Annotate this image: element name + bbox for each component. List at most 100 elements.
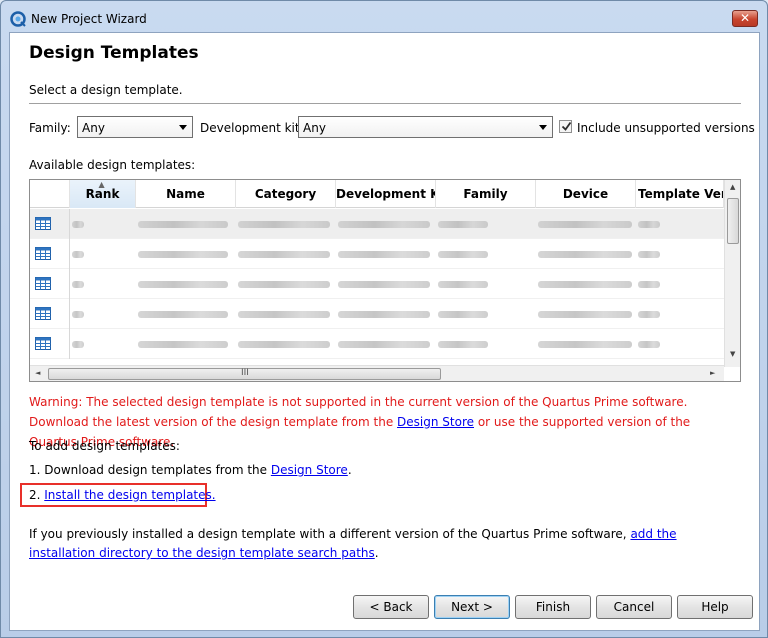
- quartus-app-icon: [10, 11, 26, 27]
- new-project-wizard-window: New Project Wizard ✕ Design Templates Se…: [0, 0, 768, 638]
- include-unsupported-checkbox[interactable]: [559, 120, 572, 133]
- step-download: 1. Download design templates from the De…: [29, 463, 352, 477]
- row-header-corner: [30, 180, 70, 208]
- obscured-cell: [338, 311, 430, 318]
- obscured-cell: [138, 311, 228, 318]
- obscured-cell: [538, 311, 632, 318]
- table-icon: [35, 307, 51, 320]
- family-label: Family:: [29, 121, 71, 135]
- table-row[interactable]: [30, 269, 724, 299]
- table-row[interactable]: [30, 239, 724, 269]
- obscured-cell: [538, 341, 632, 348]
- table-row[interactable]: [30, 209, 724, 239]
- obscured-cell: [438, 251, 488, 258]
- obscured-cell: [138, 221, 228, 228]
- help-button[interactable]: Help: [677, 595, 753, 619]
- design-store-link-step[interactable]: Design Store: [271, 463, 348, 477]
- step-install: 2. Install the design templates.: [29, 488, 216, 502]
- obscured-cell: [638, 281, 660, 288]
- obscured-cell: [138, 251, 228, 258]
- scroll-right-icon[interactable]: ►: [710, 369, 715, 377]
- chevron-down-icon: [179, 125, 187, 130]
- next-button[interactable]: Next >: [434, 595, 510, 619]
- obscured-cell: [638, 311, 660, 318]
- cancel-button[interactable]: Cancel: [596, 595, 672, 619]
- row-header[interactable]: [30, 299, 70, 329]
- obscured-cell: [638, 221, 660, 228]
- vertical-scrollbar[interactable]: ▲ ▼: [724, 180, 740, 367]
- obscured-cell: [438, 341, 488, 348]
- obscured-cell: [238, 221, 330, 228]
- obscured-cell: [72, 221, 84, 228]
- obscured-cell: [138, 341, 228, 348]
- obscured-cell: [72, 281, 84, 288]
- obscured-cell: [338, 281, 430, 288]
- obscured-cell: [238, 281, 330, 288]
- column-header-rank[interactable]: ▲ Rank: [70, 180, 136, 208]
- obscured-cell: [72, 251, 84, 258]
- scroll-down-icon[interactable]: ▼: [730, 350, 735, 358]
- table-row[interactable]: [30, 329, 724, 359]
- obscured-cell: [238, 311, 330, 318]
- column-header-template-version[interactable]: Template Versi: [636, 180, 724, 208]
- chevron-down-icon: [539, 125, 547, 130]
- obscured-cell: [238, 341, 330, 348]
- table-icon: [35, 337, 51, 350]
- horizontal-scroll-thumb[interactable]: III: [48, 368, 441, 380]
- design-store-link[interactable]: Design Store: [397, 415, 474, 429]
- family-dropdown[interactable]: Any: [77, 116, 193, 138]
- obscured-cell: [338, 341, 430, 348]
- column-header-development-kit[interactable]: Development Kit: [336, 180, 436, 208]
- obscured-cell: [72, 311, 84, 318]
- checkmark-icon: [561, 121, 572, 131]
- templates-table[interactable]: ▲ Rank Name Category Development Kit Fam…: [29, 179, 741, 382]
- obscured-cell: [538, 281, 632, 288]
- finish-button[interactable]: Finish: [515, 595, 591, 619]
- header-divider: [29, 103, 741, 104]
- column-header-device[interactable]: Device: [536, 180, 636, 208]
- row-header[interactable]: [30, 239, 70, 269]
- obscured-cell: [638, 341, 660, 348]
- back-button[interactable]: < Back: [353, 595, 429, 619]
- row-header[interactable]: [30, 329, 70, 359]
- scroll-left-icon[interactable]: ◄: [35, 369, 40, 377]
- sort-ascending-icon: ▲: [98, 180, 105, 189]
- devkit-dropdown[interactable]: Any: [298, 116, 553, 138]
- wizard-content: Design Templates Select a design templat…: [9, 32, 760, 631]
- devkit-label: Development kit:: [200, 121, 304, 135]
- row-header[interactable]: [30, 209, 70, 239]
- templates-table-label: Available design templates:: [29, 158, 196, 172]
- column-header-family[interactable]: Family: [436, 180, 536, 208]
- table-icon: [35, 277, 51, 290]
- table-header: ▲ Rank Name Category Development Kit Fam…: [30, 180, 724, 208]
- title-bar[interactable]: New Project Wizard ✕: [1, 1, 767, 33]
- scroll-up-icon[interactable]: ▲: [730, 183, 735, 191]
- column-header-name[interactable]: Name: [136, 180, 236, 208]
- page-title: Design Templates: [29, 43, 199, 63]
- install-templates-link[interactable]: Install the design templates.: [44, 488, 215, 502]
- obscured-cell: [138, 281, 228, 288]
- devkit-value: Any: [303, 121, 326, 135]
- family-value: Any: [82, 121, 105, 135]
- obscured-cell: [338, 221, 430, 228]
- obscured-cell: [338, 251, 430, 258]
- close-window-button[interactable]: ✕: [732, 10, 758, 27]
- horizontal-scrollbar[interactable]: ◄ III ►: [30, 365, 724, 381]
- obscured-cell: [238, 251, 330, 258]
- table-icon: [35, 247, 51, 260]
- obscured-cell: [438, 311, 488, 318]
- previous-install-note: If you previously installed a design tem…: [29, 527, 677, 560]
- table-row[interactable]: [30, 299, 724, 329]
- obscured-cell: [72, 341, 84, 348]
- obscured-cell: [438, 221, 488, 228]
- table-icon: [35, 217, 51, 230]
- add-templates-intro: To add design templates:: [29, 439, 180, 453]
- column-header-category[interactable]: Category: [236, 180, 336, 208]
- window-title: New Project Wizard: [31, 12, 147, 26]
- row-header[interactable]: [30, 269, 70, 299]
- scroll-grip-icon: III: [241, 368, 249, 378]
- vertical-scroll-thumb[interactable]: [727, 198, 739, 244]
- obscured-cell: [538, 221, 632, 228]
- include-unsupported-label[interactable]: Include unsupported versions: [577, 121, 755, 135]
- obscured-cell: [638, 251, 660, 258]
